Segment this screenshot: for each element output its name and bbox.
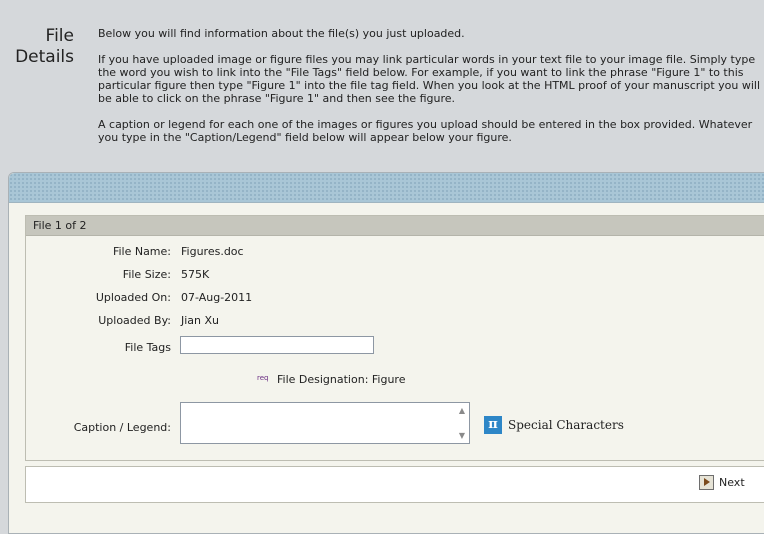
instructions-paragraph-3: A caption or legend for each one of the …	[98, 118, 753, 144]
instructions: Below you will find information about th…	[98, 27, 762, 157]
pi-icon: π	[484, 416, 502, 434]
file-tags-label: File Tags	[124, 341, 171, 354]
file-tags-input[interactable]	[180, 336, 374, 354]
uploaded-by-label: Uploaded By:	[98, 314, 171, 327]
uploaded-on-label: Uploaded On:	[95, 291, 171, 304]
scroll-up-icon[interactable]: ▲	[455, 403, 469, 418]
file-box: File 1 of 2 File Name: Figures.doc File …	[25, 215, 764, 461]
footer-bar: Next	[25, 466, 764, 503]
file-name-value: Figures.doc	[181, 245, 244, 258]
page-title-line2: Details	[15, 47, 74, 67]
scroll-down-icon[interactable]: ▼	[455, 428, 469, 443]
file-designation: File Designation: Figure	[277, 373, 406, 386]
caption-legend-label: Caption / Legend:	[73, 421, 171, 434]
file-size-value: 575K	[181, 268, 210, 281]
next-button[interactable]: Next	[699, 475, 745, 490]
required-marker: req	[257, 374, 269, 382]
page-title-line1: File	[45, 26, 74, 46]
file-size-label: File Size:	[122, 268, 171, 281]
page-title: File Details	[12, 26, 74, 68]
file-counter: File 1 of 2	[26, 216, 764, 236]
file-details-panel: File 1 of 2 File Name: Figures.doc File …	[8, 172, 764, 534]
uploaded-on-value: 07-Aug-2011	[181, 291, 253, 304]
instructions-paragraph-1: Below you will find information about th…	[98, 27, 465, 40]
next-label: Next	[719, 476, 745, 489]
instructions-paragraph-2: If you have uploaded image or figure fil…	[98, 53, 761, 105]
arrow-right-icon	[699, 475, 714, 490]
special-characters-button[interactable]: π Special Characters	[484, 416, 624, 434]
file-name-label: File Name:	[112, 245, 171, 258]
caption-legend-textarea[interactable]: ▲ ▼	[180, 402, 470, 444]
uploaded-by-value: Jian Xu	[181, 314, 220, 327]
panel-header-band	[9, 173, 764, 203]
special-characters-label: Special Characters	[508, 418, 624, 432]
